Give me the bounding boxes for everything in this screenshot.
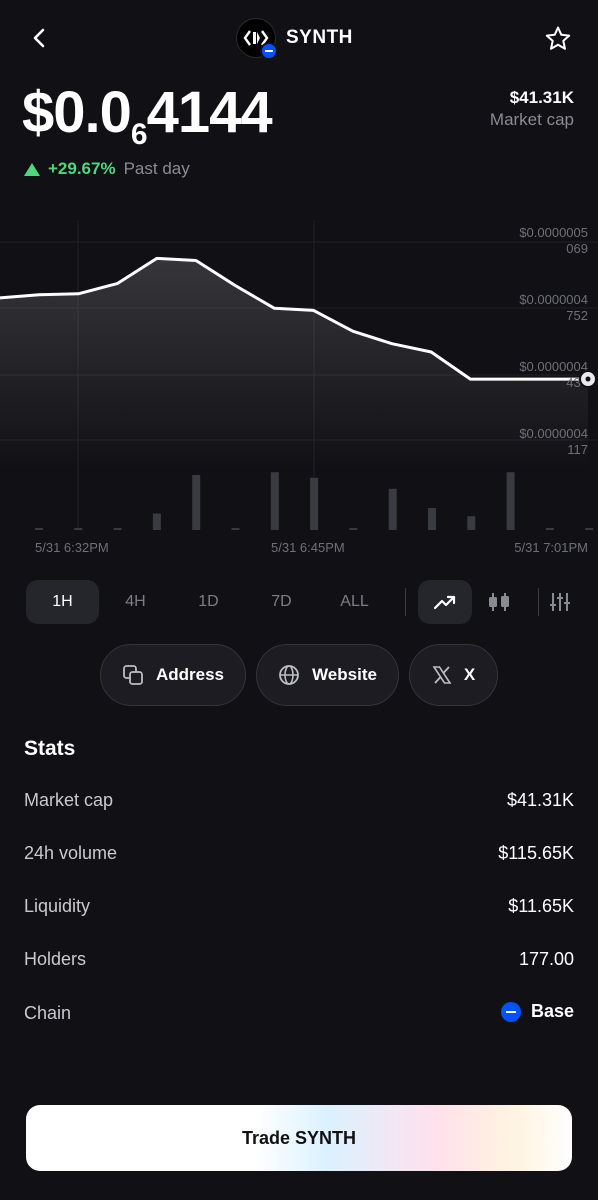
divider [405,588,406,616]
favorite-button[interactable] [543,24,573,54]
stat-label-liquidity: Liquidity [24,896,91,916]
back-button[interactable] [26,24,54,52]
base-chain-badge [260,42,278,60]
stat-value-volume: $115.65K [498,843,574,863]
y-tick-label: $0.0000005 [519,225,588,240]
current-price: $0.064144 [22,80,273,156]
range-1h[interactable]: 1H [26,580,99,624]
market-cap-label: Market cap [489,110,574,129]
y-tick-label: 752 [566,308,588,323]
current-price-dot-center [585,376,591,382]
time-range-selector: 1H 4H 1D 7D ALL [26,580,391,624]
trade-button-label: Trade SYNTH [241,1127,357,1148]
price-change: +29.67% Past day [24,159,190,179]
change-value: +29.67% [48,159,116,178]
price-chart[interactable]: $0.0000005069$0.0000004752$0.0000004434$… [0,220,598,560]
y-tick-label: 117 [567,442,588,457]
chevron-left-icon [33,28,45,48]
stat-value-holders: 177.00 [518,949,574,969]
y-tick-label: $0.0000004 [519,426,588,441]
stats-heading: Stats [24,737,76,760]
stat-value-liquidity: $11.65K [508,896,574,916]
stat-label-holders: Holders [24,949,87,969]
website-button[interactable]: Website [256,644,399,706]
volume-bar [467,516,476,530]
volume-bar [192,475,201,530]
star-icon [545,26,571,50]
sliders-icon [550,593,570,611]
range-all[interactable]: ALL [318,580,391,624]
x-tick-label: 5/31 6:32PM [35,540,109,555]
stat-value-chain: Base [500,1001,574,1022]
stat-value-market-cap: $41.31K [506,790,574,810]
coin-name: SYNTH [286,27,353,48]
coin-header: SYNTH [236,18,353,60]
address-button[interactable]: Address [100,644,246,706]
volume-bar [310,477,319,530]
x-tick-label: 5/31 6:45PM [271,540,345,555]
line-chart-button[interactable] [418,580,472,624]
volume-bar [74,528,83,530]
chain-name: Base [530,1001,574,1021]
volume-bar [545,528,554,530]
candlestick-icon [489,593,509,611]
x-label: X [463,665,476,684]
y-tick-label: $0.0000004 [519,292,588,307]
volume-bar [231,528,240,530]
stat-label-volume: 24h volume [24,843,118,863]
price-zero-count: 6 [130,118,148,151]
coin-logo [236,18,278,60]
volume-bar [585,528,594,530]
volume-bar [152,513,161,530]
market-cap-value: $41.31K [509,88,574,107]
volume-bar [270,472,279,530]
price-digits: 4144 [146,80,273,145]
range-1d[interactable]: 1D [172,580,245,624]
up-triangle-icon [24,162,40,176]
address-label: Address [155,665,225,684]
change-period: Past day [123,159,190,178]
globe-icon [279,665,299,685]
y-tick-label: $0.0000004 [519,359,588,374]
x-logo-icon [432,666,452,684]
trade-button[interactable]: Trade SYNTH [26,1105,572,1171]
x-social-button[interactable]: X [409,644,498,706]
volume-bar [506,472,515,530]
copy-icon [123,665,143,685]
range-4h[interactable]: 4H [99,580,172,624]
stat-label-chain: Chain [24,1003,72,1023]
website-label: Website [312,665,377,684]
x-tick-label: 5/31 7:01PM [514,540,588,555]
stat-label-market-cap: Market cap [24,790,114,810]
volume-bar [113,528,122,530]
y-tick-label: 069 [566,241,588,256]
range-7d[interactable]: 7D [245,580,318,624]
volume-bar [388,488,397,530]
volume-bar [35,528,43,530]
line-chart-icon [433,595,456,610]
chart-settings-button[interactable] [536,580,584,624]
volume-bar [349,528,358,530]
volume-bar [428,508,436,530]
price-prefix: $0.0 [22,80,132,145]
candlestick-chart-button[interactable] [472,580,526,624]
base-chain-icon [500,1001,521,1022]
